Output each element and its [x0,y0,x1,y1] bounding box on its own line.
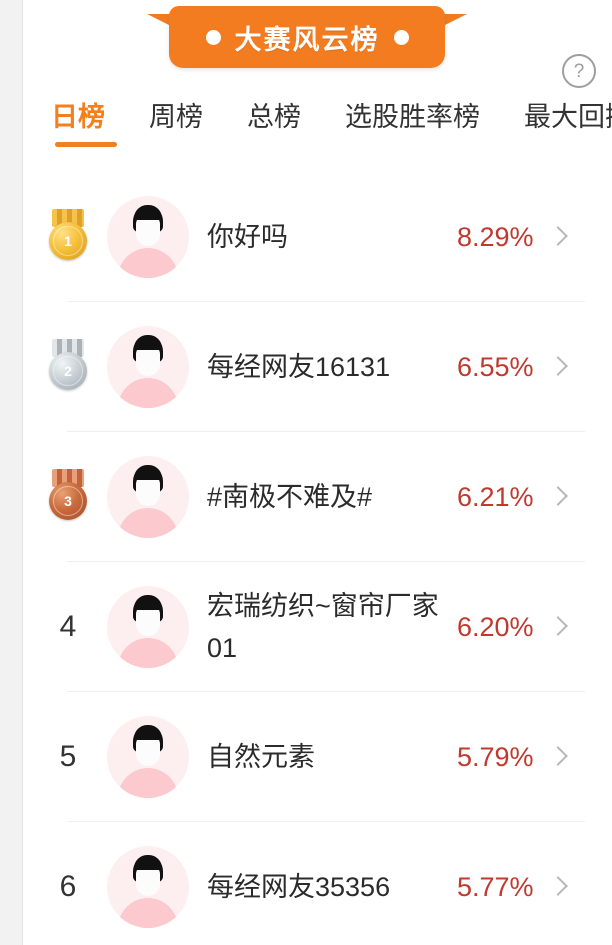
rank-cell: 4 [39,610,97,644]
bronze-medal-icon: 3 [45,469,91,525]
chevron-right-icon[interactable] [550,225,564,249]
table-row[interactable]: 2 每经网友16131 6.55% [23,302,612,432]
rank-number: 6 [59,870,77,903]
chevron-right-icon[interactable] [550,745,564,769]
avatar-hair-top-icon [134,465,162,480]
return-rate-value: 6.55% [457,351,534,382]
rank-number: 5 [59,740,77,773]
tab-active-underline [55,142,117,147]
rank-cell: 1 [39,209,97,265]
return-rate-value: 6.21% [457,481,534,512]
rank-cell: 6 [39,870,97,904]
rank-number: 4 [59,610,77,643]
chevron-right-icon[interactable] [550,355,564,379]
chevron-right-icon[interactable] [550,615,564,639]
rank-cell: 2 [39,339,97,395]
ribbon-dot-left-icon [205,29,221,45]
avatar-hair-top-icon [134,855,162,870]
table-row[interactable]: 1 你好吗 8.29% [23,172,612,302]
tab-label: 选股胜率榜 [345,102,480,132]
chevron-right-icon[interactable] [550,875,564,899]
banner-area: 大赛风云榜 [0,0,612,72]
tab-label: 周榜 [149,102,203,132]
avatar-hair-top-icon [134,595,162,610]
rank-cell: 5 [39,740,97,774]
avatar[interactable] [107,586,189,668]
tab-4[interactable]: 最大回撤榜 [524,88,612,131]
title-ribbon: 大赛风云榜 [147,6,467,72]
chevron-right-icon[interactable] [550,485,564,509]
rank-cell: 3 [39,469,97,525]
return-rate-value: 5.77% [457,871,534,902]
ribbon-body: 大赛风云榜 [169,6,445,68]
avatar-body-icon [118,638,178,668]
leaderboard-page: 日榜 周榜 总榜 选股胜率榜 最大回撤榜 1 你好吗 8.29% 2 每经网友16131 6.55… [22,0,612,945]
help-icon-glyph: ? [573,60,585,82]
user-name: 每经网友35356 [207,872,391,902]
table-row[interactable]: 5 自然元素 5.79% [23,692,612,822]
avatar-hair-top-icon [134,335,162,350]
tab-label: 总榜 [247,102,301,132]
avatar-body-icon [118,768,178,798]
tab-label: 日榜 [51,102,105,132]
return-rate-value: 6.20% [457,611,534,642]
return-rate-value: 8.29% [457,221,534,252]
avatar-body-icon [118,508,178,538]
ranking-list: 1 你好吗 8.29% 2 每经网友16131 6.55% 3 #南极不难及# 6.21% 4 宏瑞… [23,172,612,945]
avatar[interactable] [107,326,189,408]
table-row[interactable]: 4 宏瑞纺织~窗帘厂家01 6.20% [23,562,612,692]
help-icon[interactable]: ? [562,54,596,88]
avatar-body-icon [118,898,178,928]
page-title: 大赛风云榜 [234,24,380,55]
user-name: 每经网友16131 [207,352,391,382]
avatar-body-icon [118,378,178,408]
tab-2[interactable]: 总榜 [247,88,301,131]
user-name: 自然元素 [207,742,315,772]
gold-medal-icon: 1 [45,209,91,265]
medal-rank-number: 2 [49,352,87,390]
avatar-hair-top-icon [134,725,162,740]
avatar[interactable] [107,196,189,278]
silver-medal-icon: 2 [45,339,91,395]
tab-3[interactable]: 选股胜率榜 [345,88,480,131]
table-row[interactable]: 3 #南极不难及# 6.21% [23,432,612,562]
user-name: 宏瑞纺织~窗帘厂家01 [207,591,439,663]
avatar-body-icon [118,248,178,278]
medal-rank-number: 1 [49,222,87,260]
avatar[interactable] [107,716,189,798]
medal-rank-number: 3 [49,482,87,520]
avatar[interactable] [107,846,189,928]
avatar[interactable] [107,456,189,538]
return-rate-value: 5.79% [457,741,534,772]
tab-bar[interactable]: 日榜 周榜 总榜 选股胜率榜 最大回撤榜 [23,88,612,170]
user-name: #南极不难及# [207,482,373,512]
user-name: 你好吗 [207,222,288,252]
tab-0[interactable]: 日榜 [51,88,117,147]
ribbon-dot-right-icon [393,29,409,45]
table-row[interactable]: 6 每经网友35356 5.77% [23,822,612,945]
tab-1[interactable]: 周榜 [149,88,203,131]
avatar-hair-top-icon [134,205,162,220]
tab-label: 最大回撤榜 [524,102,612,132]
